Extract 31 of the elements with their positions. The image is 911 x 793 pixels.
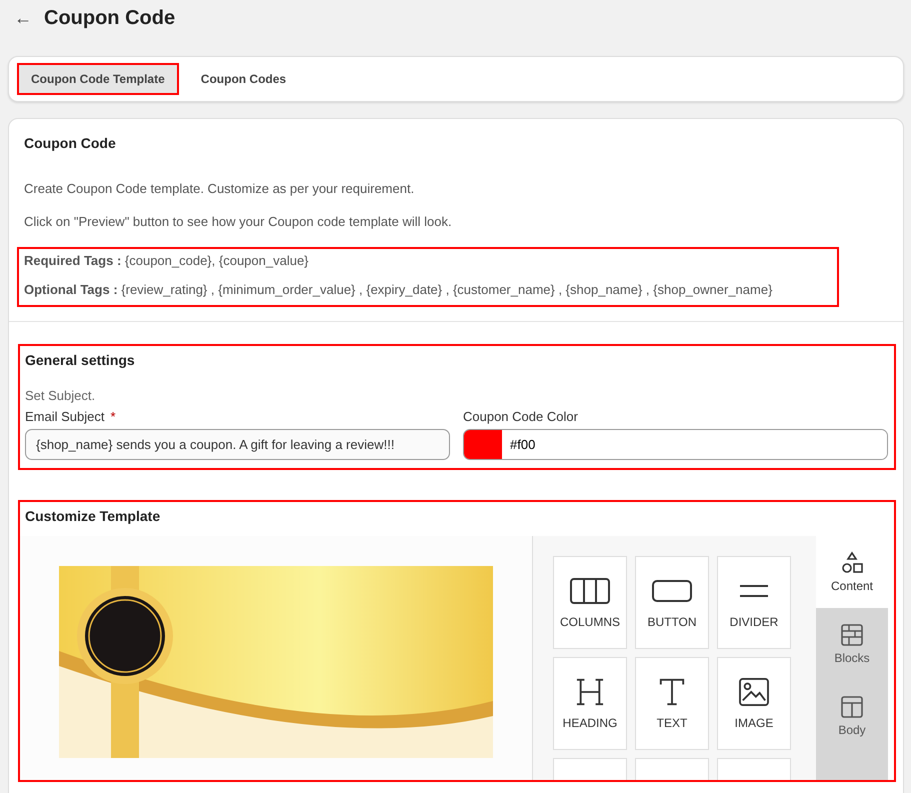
layout-icon <box>840 695 864 719</box>
shapes-icon <box>840 551 864 575</box>
page-title: Coupon Code <box>44 6 176 30</box>
field-label: Email Subject <box>25 409 104 424</box>
brick-wall-icon <box>840 623 864 647</box>
tool-tile[interactable]: DIVIDER <box>717 556 791 649</box>
tool-tile[interactable]: BUTTON <box>635 556 709 649</box>
tool-tile[interactable]: IMAGE <box>717 657 791 750</box>
email-subject-field[interactable]: {shop_name} sends you a coupon. A gift for leaving a review!!! <box>25 429 450 460</box>
tags-text: Optional Tags : {review_rating} , {minimum_order_value} , {expiry_date} , {customer_name} , {shop_name} , {shop_owner_name} <box>24 282 774 297</box>
description-text: Click on "Preview" button to see how your Coupon code template will look. <box>24 214 453 229</box>
tool-tile[interactable]: COLUMNS <box>553 556 627 649</box>
field-label: Coupon Code Color <box>463 409 579 424</box>
section-title: Coupon Code <box>24 135 117 151</box>
section-subtitle: Set Subject. <box>25 388 96 403</box>
side-tab[interactable]: Body <box>816 680 888 752</box>
tab[interactable]: Coupon Code Template <box>17 63 179 95</box>
section-title: General settings <box>25 352 136 368</box>
required-mark: * <box>110 409 116 424</box>
side-tab[interactable]: Blocks <box>816 608 888 680</box>
tool-tile[interactable]: HEADING <box>553 657 627 750</box>
color-field[interactable]: #f00 <box>463 429 888 460</box>
tags-text: Required Tags : {coupon_code}, {coupon_value} <box>24 253 310 268</box>
side-tab[interactable]: Content <box>816 536 888 608</box>
columns-icon <box>570 576 610 604</box>
back-button[interactable]: ← <box>14 8 32 28</box>
tab[interactable]: Coupon Codes <box>186 63 300 95</box>
color-swatch[interactable] <box>464 430 502 459</box>
description-text: Create Coupon Code template. Customize as per your requirement. <box>24 181 416 196</box>
section-title: Customize Template <box>25 508 162 524</box>
tool-tile[interactable]: TEXT <box>635 657 709 750</box>
